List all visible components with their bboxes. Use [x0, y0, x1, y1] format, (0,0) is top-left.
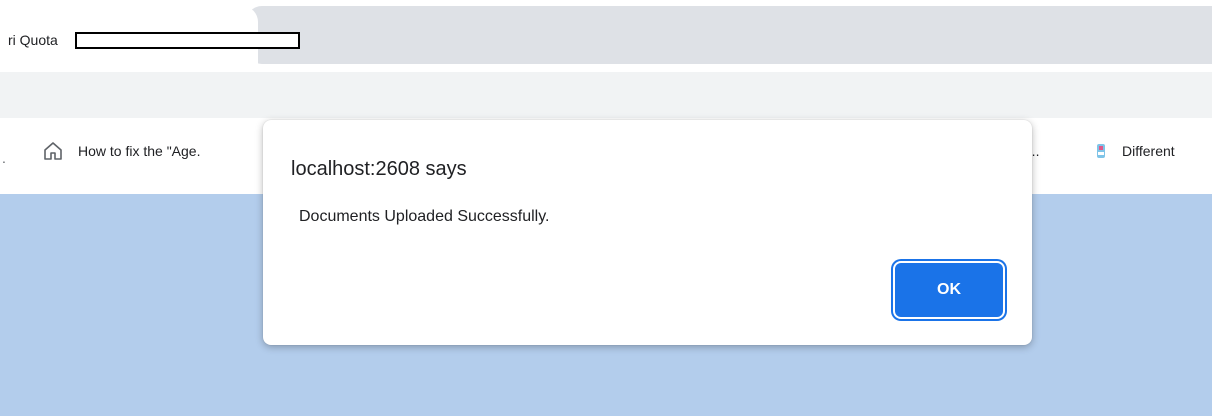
active-tab[interactable]: ri Quota	[0, 6, 300, 72]
ok-button[interactable]: OK	[895, 263, 1003, 317]
home-icon	[42, 140, 64, 162]
tab-strip: ri Quota	[0, 0, 1212, 72]
redacted-region	[75, 32, 300, 49]
alert-dialog: localhost:2608 says Documents Uploaded S…	[263, 120, 1032, 345]
tab-strip-background	[246, 6, 1212, 64]
dialog-title: localhost:2608 says	[291, 158, 467, 180]
dialog-message: Documents Uploaded Successfully.	[299, 208, 550, 225]
bookmark-label: How to fix the "Age.	[78, 143, 201, 159]
tab-title: ri Quota	[8, 32, 58, 48]
browser-window: ri Quota . How to fix the "Age. o...	[0, 0, 1212, 416]
bookmark-label: Different	[1122, 143, 1175, 159]
bookmark-item-fix-age[interactable]: How to fix the "Age.	[42, 138, 200, 164]
bookmark-item-different[interactable]: Different	[1092, 138, 1175, 164]
bookmark-fragment[interactable]: .	[2, 150, 6, 166]
browser-toolbar	[0, 72, 1212, 118]
favicon-icon	[1092, 142, 1110, 160]
